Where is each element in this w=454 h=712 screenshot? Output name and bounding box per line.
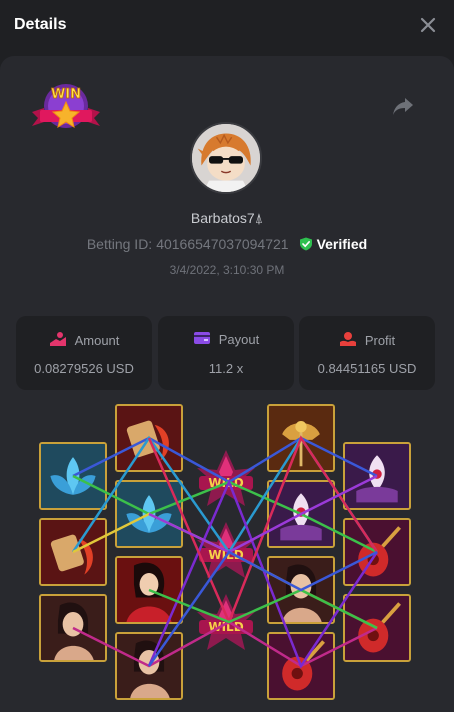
payout-icon <box>193 331 211 348</box>
amount-label: Amount <box>74 333 120 348</box>
amount-card: Amount 0.08279526 USD <box>16 316 152 390</box>
symbol-lotus-crown <box>267 480 335 548</box>
username: Barbatos7⍋ <box>190 210 264 226</box>
profit-label: Profit <box>364 333 396 348</box>
symbol-hairpin <box>267 404 335 472</box>
verified-label: Verified <box>316 236 368 252</box>
modal-title: Details <box>14 16 67 33</box>
profit-value: 0.84451165 USD <box>317 361 417 376</box>
win-badge: WIN <box>30 82 102 134</box>
profit-icon <box>339 331 357 350</box>
slot-result-grid: WILD WILD WILD <box>38 402 414 702</box>
details-modal: Details WIN Barbatos7⍋ Betting ID: 40166… <box>0 0 454 712</box>
win-badge-text: WIN <box>51 87 81 102</box>
symbol-geisha-dark <box>39 594 107 662</box>
symbol-blue-lotus <box>39 442 107 510</box>
profit-card: Profit 0.84451165 USD <box>299 316 435 390</box>
wild-text: WILD <box>208 476 243 490</box>
avatar <box>190 122 262 194</box>
modal-header: Details <box>0 0 454 50</box>
payout-card: Payout 11.2 x <box>158 316 294 390</box>
payout-label: Payout <box>218 332 260 347</box>
symbol-geisha-dark <box>115 632 183 700</box>
share-icon[interactable] <box>392 96 414 116</box>
amount-icon <box>49 331 67 350</box>
symbol-pipa-lute <box>343 518 411 586</box>
wild-text: WILD <box>208 620 243 634</box>
symbol-warrior-woman <box>115 556 183 624</box>
symbol-blue-lotus <box>115 480 183 548</box>
betting-id-label: Betting ID: <box>86 236 153 252</box>
verified-shield-icon <box>299 237 313 251</box>
symbol-scroll-fan <box>39 518 107 586</box>
betting-id-value[interactable]: 40166547037094721 <box>156 236 288 252</box>
symbol-scroll-fan <box>115 404 183 472</box>
symbol-pipa-lute <box>343 594 411 662</box>
payout-value: 11.2 x <box>208 361 244 376</box>
bet-timestamp: 3/4/2022, 3:10:30 PM <box>169 263 285 277</box>
symbol-wild: WILD <box>195 448 257 510</box>
symbol-lotus-crown <box>343 442 411 510</box>
symbol-pipa-lute <box>267 632 335 700</box>
amount-value: 0.08279526 USD <box>34 361 134 376</box>
symbol-wild: WILD <box>195 592 257 654</box>
symbol-wild: WILD <box>195 520 257 582</box>
close-icon[interactable] <box>416 13 440 37</box>
symbol-geisha-dark <box>267 556 335 624</box>
wild-text: WILD <box>208 548 243 562</box>
betting-id-row: Betting ID: 40166547037094721 Verified <box>0 236 454 252</box>
